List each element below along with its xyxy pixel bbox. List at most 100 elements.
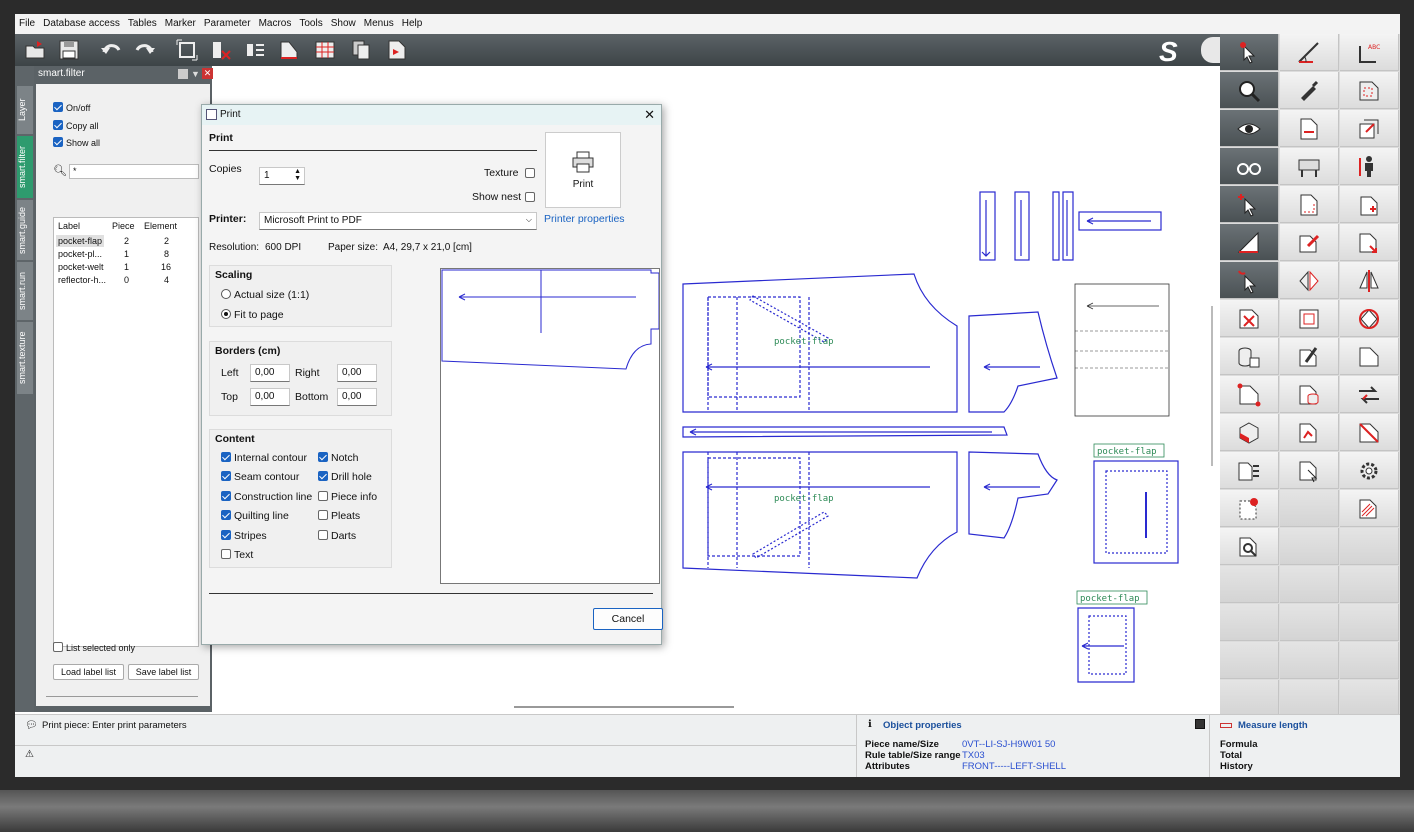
tab-smart-filter[interactable]: smart.filter (17, 136, 33, 198)
checkbox-drill-hole[interactable]: Drill hole (318, 471, 372, 483)
tab-layer[interactable]: Layer (17, 86, 33, 134)
checkbox-piece-info[interactable]: Piece info (318, 491, 377, 503)
search-input[interactable]: * (69, 164, 199, 179)
checkbox-quilting-line[interactable]: Quilting line (221, 510, 289, 522)
right-border-field[interactable]: 0,00 (337, 364, 377, 382)
menu-menus[interactable]: Menus (360, 14, 398, 29)
bottom-border-field[interactable]: 0,00 (337, 388, 377, 406)
delete-point-icon[interactable] (1220, 300, 1279, 337)
piece-hatch-icon[interactable] (1340, 490, 1399, 527)
checkbox-text[interactable]: Text (221, 549, 253, 561)
database-icon[interactable] (1280, 376, 1339, 413)
tab-smart-texture[interactable]: smart.texture (17, 322, 33, 394)
column-header-label[interactable]: Label (58, 221, 80, 231)
cut-piece-icon[interactable] (1340, 414, 1399, 451)
printer-select[interactable]: Microsoft Print to PDF ⌵ (259, 212, 537, 230)
zoom-icon[interactable] (1220, 72, 1279, 109)
text-label-icon[interactable]: ABC (1340, 34, 1399, 71)
piece-list-icon[interactable] (243, 38, 267, 62)
pin-icon[interactable] (178, 69, 188, 79)
database-pieces-icon[interactable] (1220, 338, 1279, 375)
add-piece-icon[interactable] (1340, 186, 1399, 223)
save-label-list-button[interactable]: Save label list (128, 664, 199, 680)
checkbox-list-selected-only[interactable]: List selected only (53, 642, 135, 653)
brush-icon[interactable] (1280, 72, 1339, 109)
close-icon[interactable]: ✕ (644, 107, 655, 123)
menu-tables[interactable]: Tables (124, 14, 161, 29)
save-icon[interactable] (1195, 719, 1205, 729)
piece-pattern-icon[interactable] (1220, 490, 1279, 527)
column-header-piece[interactable]: Piece (112, 221, 135, 231)
table-row-label[interactable]: pocket-flap (58, 236, 102, 246)
edit-piece-icon[interactable] (1280, 224, 1339, 261)
copy-piece-icon[interactable] (349, 38, 373, 62)
piece-pen-icon[interactable] (1280, 338, 1339, 375)
piece-outline-icon[interactable] (1340, 338, 1399, 375)
piece-points-edit-icon[interactable] (1280, 414, 1339, 451)
undo-icon[interactable] (99, 38, 123, 62)
menu-help[interactable]: Help (398, 14, 427, 29)
split-piece-icon[interactable] (1340, 262, 1399, 299)
eye-view-icon[interactable] (1220, 110, 1279, 147)
mirror-piece-icon[interactable] (1280, 262, 1339, 299)
piece-grade-icon[interactable] (1280, 186, 1339, 223)
checkbox-notch[interactable]: Notch (318, 452, 358, 464)
piece-dimension-icon[interactable] (1280, 110, 1339, 147)
table-icon[interactable] (313, 38, 337, 62)
piece-shape-icon[interactable] (277, 38, 301, 62)
measure-ruler-icon[interactable] (1220, 224, 1279, 261)
piece-select-icon[interactable] (1280, 452, 1339, 489)
show-nest-checkbox[interactable] (525, 192, 535, 202)
select-point-icon[interactable] (1220, 186, 1279, 223)
texture-checkbox[interactable] (525, 168, 535, 178)
plotter-icon[interactable] (1280, 148, 1339, 185)
menu-database-access[interactable]: Database access (39, 14, 124, 29)
magnet-pointer-icon[interactable] (1220, 262, 1279, 299)
checkbox-seam-contour[interactable]: Seam contour (221, 471, 299, 483)
piece-corner-icon[interactable] (1340, 72, 1399, 109)
checkbox-show-all[interactable]: Show all (53, 137, 100, 148)
swap-arrows-icon[interactable] (1340, 376, 1399, 413)
frame-piece-icon[interactable] (175, 38, 199, 62)
menu-macros[interactable]: Macros (255, 14, 296, 29)
table-row-label[interactable]: reflector-h... (58, 275, 106, 285)
glasses-icon[interactable] (1220, 148, 1279, 185)
menu-file[interactable]: File (15, 14, 39, 29)
tab-smart-guide[interactable]: smart.guide (17, 200, 33, 260)
checkbox-stripes[interactable]: Stripes (221, 530, 267, 542)
checkbox-pleats[interactable]: Pleats (318, 510, 360, 522)
tab-smart-run[interactable]: smart.run (17, 262, 33, 320)
menu-tools[interactable]: Tools (295, 14, 326, 29)
piece-list-view-icon[interactable] (1220, 452, 1279, 489)
printer-properties-link[interactable]: Printer properties (544, 213, 625, 225)
settings-gear-icon[interactable] (1340, 452, 1399, 489)
left-border-field[interactable]: 0,00 (250, 364, 290, 382)
checkbox-on-off[interactable]: On/off (53, 102, 90, 113)
table-row-label[interactable]: pocket-welt (58, 262, 104, 272)
piece-arrow-icon[interactable] (1340, 224, 1399, 261)
checkbox-darts[interactable]: Darts (318, 530, 356, 542)
print-button[interactable]: Print (545, 132, 621, 208)
copies-stepper[interactable]: 1 ▲ ▼ (259, 167, 305, 185)
body-measure-icon[interactable] (1340, 148, 1399, 185)
stepper-arrows-icon[interactable]: ▲ ▼ (294, 168, 301, 182)
open-folder-icon[interactable] (23, 38, 47, 62)
delete-piece-icon[interactable] (209, 38, 233, 62)
3d-cube-icon[interactable] (1220, 414, 1279, 451)
menu-marker[interactable]: Marker (161, 14, 200, 29)
save-icon[interactable] (57, 38, 81, 62)
close-icon[interactable]: ✕ (202, 68, 213, 79)
radio-fit-to-page[interactable]: Fit to page (221, 309, 284, 321)
select-pointer-icon[interactable] (1220, 34, 1279, 71)
piece-points-icon[interactable] (1220, 376, 1279, 413)
checkbox-internal-contour[interactable]: Internal contour (221, 452, 307, 464)
load-label-list-button[interactable]: Load label list (53, 664, 124, 680)
cancel-button[interactable]: Cancel (593, 608, 663, 630)
column-header-element[interactable]: Element (144, 221, 177, 231)
checkbox-construction-line[interactable]: Construction line (221, 491, 312, 503)
filter-menu-icon[interactable]: ▼ (191, 69, 201, 79)
menu-show[interactable]: Show (327, 14, 360, 29)
radio-actual-size[interactable]: Actual size (1:1) (221, 289, 309, 301)
export-piece-icon[interactable] (385, 38, 409, 62)
rotate-piece-icon[interactable] (1340, 300, 1399, 337)
